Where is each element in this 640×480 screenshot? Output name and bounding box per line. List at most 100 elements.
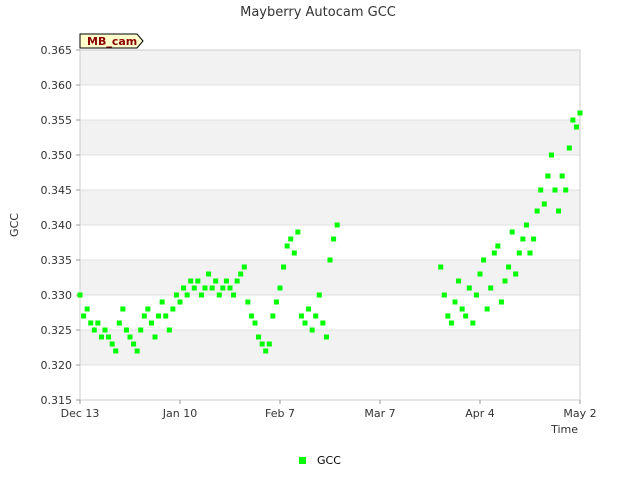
data-point: [227, 285, 233, 291]
data-point: [209, 285, 215, 291]
data-point: [88, 320, 94, 326]
data-point: [327, 257, 333, 263]
data-point: [141, 313, 147, 319]
x-tick-label: Dec 13: [61, 407, 100, 420]
data-point: [516, 250, 522, 256]
data-point: [302, 320, 308, 326]
data-point: [102, 327, 108, 333]
camera-tag-label: MB_cam: [87, 35, 137, 48]
data-point: [520, 236, 526, 242]
data-point: [466, 285, 472, 291]
data-point: [152, 334, 158, 340]
data-point: [502, 278, 508, 284]
data-point: [198, 292, 204, 298]
data-point: [191, 285, 197, 291]
data-point: [241, 264, 247, 270]
data-point: [145, 306, 151, 312]
data-point: [220, 285, 226, 291]
y-tick-label: 0.340: [41, 219, 73, 232]
data-point: [452, 299, 458, 305]
data-point: [448, 320, 454, 326]
data-point: [263, 348, 269, 354]
y-tick-label: 0.355: [41, 114, 73, 127]
data-point: [113, 348, 119, 354]
data-point: [273, 299, 279, 305]
data-point: [527, 250, 533, 256]
data-point: [566, 145, 572, 151]
data-point: [84, 306, 90, 312]
data-point: [131, 341, 137, 347]
data-point: [163, 313, 169, 319]
x-tick-label: May 2: [563, 407, 596, 420]
data-point: [473, 292, 479, 298]
data-point: [513, 271, 519, 277]
data-point: [309, 327, 315, 333]
data-point: [316, 292, 322, 298]
data-point: [484, 306, 490, 312]
band: [80, 120, 580, 155]
data-point: [288, 236, 294, 242]
data-point: [563, 187, 569, 193]
data-point: [156, 313, 162, 319]
y-axis-title: GCC: [8, 213, 21, 237]
band: [80, 50, 580, 85]
data-point: [213, 278, 219, 284]
y-tick-label: 0.325: [41, 324, 73, 337]
data-point: [138, 327, 144, 333]
data-point: [270, 313, 276, 319]
x-tick-label: Feb 7: [265, 407, 295, 420]
camera-tag: MB_cam: [79, 33, 144, 49]
data-point: [206, 271, 212, 277]
data-point: [334, 222, 340, 228]
data-point: [81, 313, 87, 319]
data-point: [245, 299, 251, 305]
data-point: [91, 327, 97, 333]
data-point: [106, 334, 112, 340]
data-point: [459, 306, 465, 312]
data-point: [531, 236, 537, 242]
y-tick-label: 0.335: [41, 254, 73, 267]
y-tick-label: 0.365: [41, 44, 73, 57]
data-point: [541, 201, 547, 207]
data-point: [195, 278, 201, 284]
legend-label: GCC: [317, 454, 341, 467]
data-point: [477, 271, 483, 277]
data-point: [259, 341, 265, 347]
data-point: [552, 187, 558, 193]
data-point: [234, 278, 240, 284]
data-point: [284, 243, 290, 249]
data-point: [320, 320, 326, 326]
data-point: [134, 348, 140, 354]
data-point: [248, 313, 254, 319]
data-point: [538, 187, 544, 193]
data-point: [77, 292, 83, 298]
data-point: [173, 292, 179, 298]
data-point: [98, 334, 104, 340]
data-point: [216, 292, 222, 298]
data-point: [127, 334, 133, 340]
data-point: [577, 110, 583, 116]
x-tick-label: Jan 10: [162, 407, 197, 420]
data-point: [481, 257, 487, 263]
band: [80, 260, 580, 295]
data-point: [181, 285, 187, 291]
data-point: [559, 173, 565, 179]
x-axis: Dec 13 Jan 10 Feb 7 Mar 7 Apr 4 May 2: [61, 400, 597, 420]
data-point: [445, 313, 451, 319]
y-tick-label: 0.360: [41, 79, 73, 92]
y-tick-label: 0.345: [41, 184, 73, 197]
y-tick-label: 0.330: [41, 289, 73, 302]
data-point: [266, 341, 272, 347]
data-point: [188, 278, 194, 284]
data-point: [545, 173, 551, 179]
data-point: [252, 320, 258, 326]
data-point: [570, 117, 576, 123]
data-point: [184, 292, 190, 298]
data-point: [166, 327, 172, 333]
data-point: [470, 320, 476, 326]
data-point: [548, 152, 554, 158]
data-point: [506, 264, 512, 270]
data-point: [291, 250, 297, 256]
data-point: [295, 229, 301, 235]
y-axis: 0.315 0.320 0.325 0.330 0.335 0.340 0.345 0.350…: [41, 44, 80, 407]
